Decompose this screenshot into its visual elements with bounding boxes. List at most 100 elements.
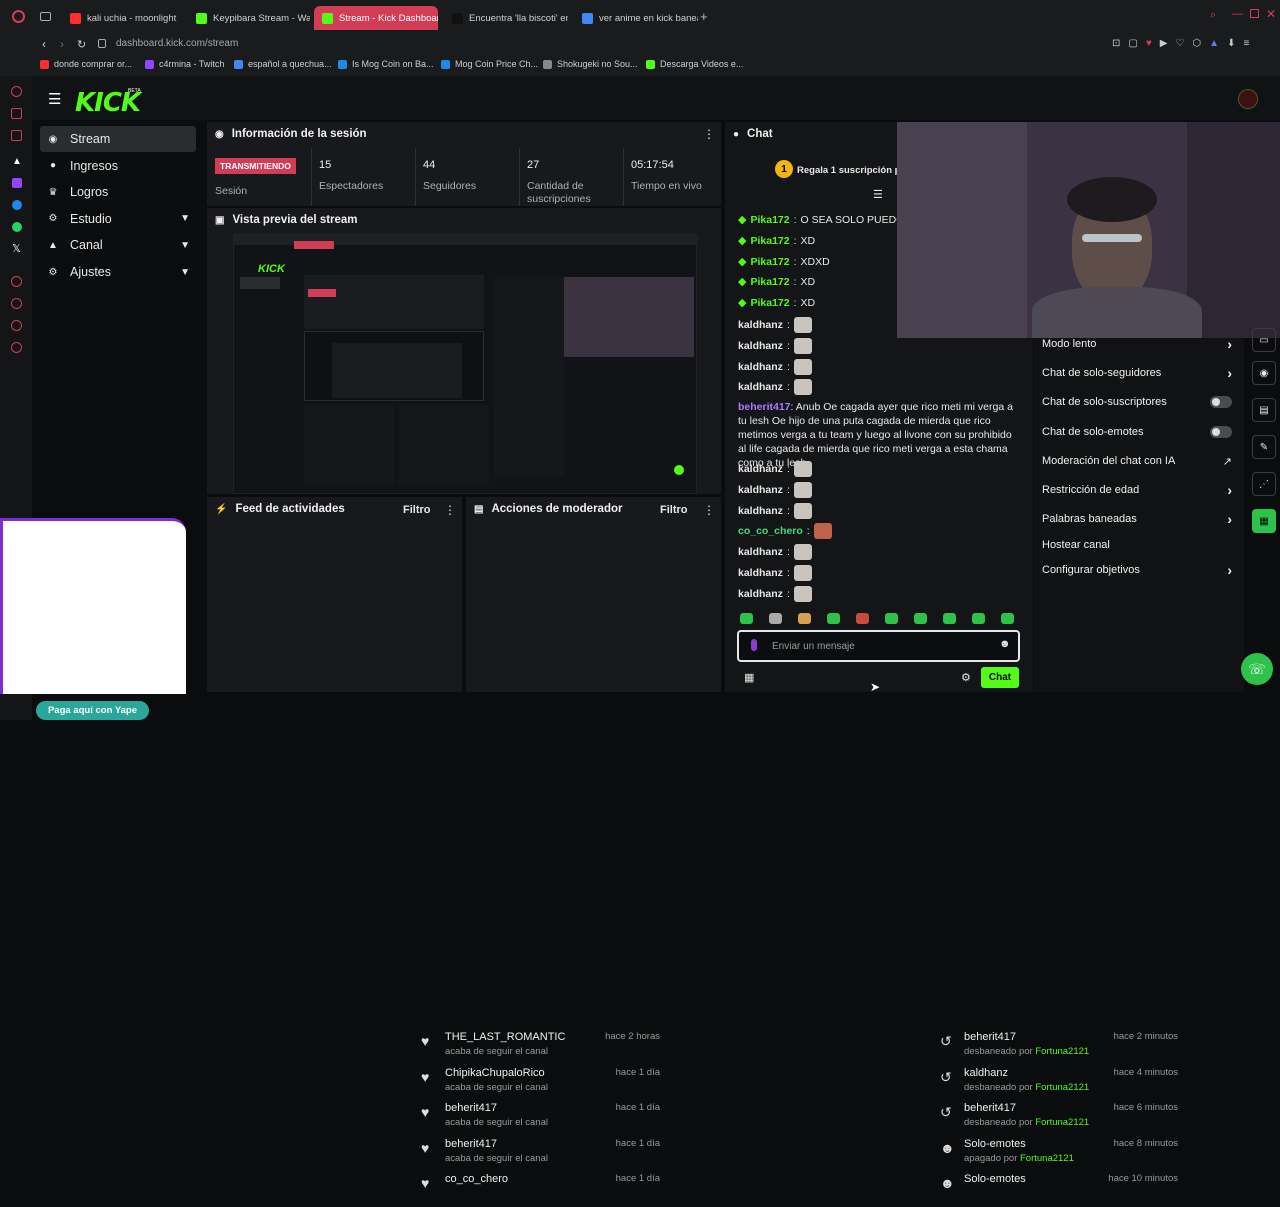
chat-username[interactable]: kaldhanz — [738, 483, 783, 497]
sidebar-app-icon[interactable] — [11, 130, 22, 141]
profile-avatar[interactable] — [1238, 89, 1258, 109]
chat-username[interactable]: Pika172 — [750, 296, 789, 310]
forward-icon[interactable]: › — [60, 37, 64, 51]
chat-message[interactable]: kaldhanz: — [738, 502, 812, 519]
chat-setting-item[interactable]: Hostear canal — [1042, 538, 1232, 552]
session-menu-icon[interactable]: ⋮ — [703, 127, 715, 141]
bookmark-item[interactable]: c4rmina - Twitch — [145, 59, 224, 69]
chat-setting-item[interactable]: Chat de solo-emotes — [1042, 425, 1232, 439]
sidebar-app-icon[interactable] — [11, 86, 22, 97]
chat-message[interactable]: kaldhanz: — [738, 544, 812, 561]
bookmark-item[interactable]: Descarga Videos e... — [646, 59, 743, 69]
mod-action-row[interactable]: ↺ beherit417 desbaneado por Fortuna2121 hac… — [940, 1031, 1178, 1065]
twitch-icon[interactable] — [12, 178, 22, 188]
mod-action-row[interactable]: ↺ kaldhanz desbaneado por Fortuna2121 hace … — [940, 1067, 1178, 1101]
settings-icon[interactable] — [11, 342, 22, 353]
mod-menu-icon[interactable]: ⋮ — [703, 503, 715, 517]
reload-icon[interactable]: ↻ — [77, 38, 86, 51]
emote-bar[interactable] — [740, 613, 1025, 625]
tab-1[interactable]: Keypibara Stream - Wat — [188, 6, 310, 30]
activity-row[interactable]: ♥ beherit417 acaba de seguir el canal hace … — [421, 1138, 660, 1172]
mod-action-row[interactable]: ☻ Solo-emotes hace 10 minutos — [940, 1173, 1178, 1207]
chat-setting-item[interactable]: Moderación del chat con IA ↗ — [1042, 454, 1232, 468]
sidebar-app-icon[interactable] — [11, 276, 22, 287]
bookmark-item[interactable]: español a quechua... — [234, 59, 332, 69]
yape-button[interactable]: Paga aquí con Yape — [36, 701, 149, 720]
chat-message[interactable]: kaldhanz: — [738, 358, 812, 375]
activity-row[interactable]: ♥ ChipikaChupaloRico acaba de seguir el ca… — [421, 1067, 660, 1101]
close-window-icon[interactable]: ✕ — [1266, 7, 1276, 21]
chat-message[interactable]: kaldhanz: — [738, 317, 812, 333]
emote-icon[interactable] — [943, 613, 956, 624]
broadcast-icon[interactable]: ◉ — [1252, 361, 1276, 385]
tab-2[interactable]: Stream - Kick Dashboard — [314, 6, 438, 30]
tab-3[interactable]: Encuentra 'lla biscoti' en — [444, 6, 568, 30]
wrench-icon[interactable]: ✎ — [1252, 435, 1276, 459]
chat-username[interactable]: beherit417 — [738, 401, 791, 413]
search-icon[interactable]: ⌕ — [1210, 9, 1216, 22]
emoji-icon[interactable]: ☻ — [999, 638, 1011, 650]
bookmark-item[interactable]: Mog Coin Price Ch... — [441, 59, 538, 69]
chat-message[interactable]: ◆ Pika172: XDXD — [738, 255, 830, 269]
emote-icon[interactable] — [914, 613, 927, 624]
mod-action-by[interactable]: Fortuna2121 — [1035, 1046, 1089, 1057]
chat-username[interactable]: kaldhanz — [738, 318, 783, 332]
chat-message[interactable]: kaldhanz: — [738, 481, 812, 498]
toggle-switch[interactable] — [1210, 426, 1232, 438]
chat-message[interactable]: ◆ Pika172: XD — [738, 275, 815, 289]
emote-icon[interactable] — [1001, 613, 1014, 624]
chat-username[interactable]: Pika172 — [750, 255, 789, 269]
sidebar-item-ajustes[interactable]: ⚙ Ajustes ▼ — [40, 259, 196, 285]
chat-username[interactable]: kaldhanz — [738, 587, 783, 601]
mod-action-by[interactable]: Fortuna2121 — [1020, 1153, 1074, 1164]
activity-row[interactable]: ♥ co_co_chero hace 1 día — [421, 1173, 660, 1207]
grid-icon[interactable]: ▦ — [1252, 509, 1276, 533]
activity-row[interactable]: ♥ THE_LAST_ROMANTIC acaba de seguir el can… — [421, 1031, 660, 1065]
help-fab-icon[interactable]: ☏ — [1241, 653, 1273, 685]
chat-message[interactable]: co_co_chero: — [738, 523, 832, 540]
menu-icon[interactable]: ▭ — [1252, 328, 1276, 352]
chat-message[interactable]: kaldhanz: — [738, 565, 812, 581]
extensions-icons[interactable]: ⊡▢♥▶♡⬡▲⬇≡ — [1112, 38, 1257, 49]
chat-send-button[interactable]: Chat — [981, 667, 1019, 688]
activity-menu-icon[interactable]: ⋮ — [444, 503, 456, 517]
chevron-down-icon[interactable]: ▼ — [180, 267, 190, 278]
tab-menu-icon[interactable] — [40, 12, 51, 21]
chat-username[interactable]: Pika172 — [750, 213, 789, 227]
emote-icon[interactable] — [769, 613, 782, 624]
chat-username[interactable]: kaldhanz — [738, 360, 783, 374]
chat-message[interactable]: kaldhanz: — [738, 461, 812, 477]
hamburger-menu-icon[interactable]: ☰ — [48, 90, 61, 108]
x-icon[interactable]: 𝕏 — [12, 242, 21, 255]
chat-setting-item[interactable]: Palabras baneadas › — [1042, 511, 1232, 527]
archive-icon[interactable]: ▤ — [1252, 398, 1276, 422]
downloads-icon[interactable] — [11, 320, 22, 331]
chat-username[interactable]: kaldhanz — [738, 545, 783, 559]
emote-icon[interactable] — [740, 613, 753, 624]
activity-row[interactable]: ♥ beherit417 acaba de seguir el canal hace … — [421, 1102, 660, 1136]
emote-icon[interactable] — [856, 613, 869, 624]
chat-username[interactable]: kaldhanz — [738, 339, 783, 353]
chat-setting-item[interactable]: Chat de solo-seguidores › — [1042, 365, 1232, 381]
chat-input-placeholder[interactable]: Enviar un mensaje — [772, 641, 855, 652]
chat-message[interactable]: ◆ Pika172: XD — [738, 234, 815, 248]
tab-0[interactable]: kali uchia - moonlight — [62, 6, 182, 30]
sidebar-item-logros[interactable]: ♛ Logros — [40, 179, 196, 205]
toggle-switch[interactable] — [1210, 396, 1232, 408]
chat-message[interactable]: kaldhanz: — [738, 379, 812, 396]
mod-action-row[interactable]: ☻ Solo-emotes apagado por Fortuna2121 hace … — [940, 1138, 1178, 1172]
emote-icon[interactable] — [827, 613, 840, 624]
mod-action-by[interactable]: Fortuna2121 — [1035, 1082, 1089, 1093]
stream-preview-video[interactable]: KICK — [233, 234, 698, 494]
pinned-toggle-icon[interactable]: ☰ — [873, 188, 883, 201]
opera-logo-icon[interactable] — [12, 10, 25, 23]
mod-action-by[interactable]: Fortuna2121 — [1035, 1117, 1089, 1128]
messenger-icon[interactable] — [12, 200, 22, 210]
share-icon[interactable]: ⋰ — [1252, 472, 1276, 496]
mic-icon[interactable] — [751, 639, 757, 651]
chat-username[interactable]: Pika172 — [750, 275, 789, 289]
sidebar-item-canal[interactable]: ▲ Canal ▼ — [40, 232, 196, 258]
minimize-icon[interactable]: — — [1232, 8, 1243, 20]
whatsapp-icon[interactable] — [12, 222, 22, 232]
chat-setting-item[interactable]: Restricción de edad › — [1042, 482, 1232, 498]
